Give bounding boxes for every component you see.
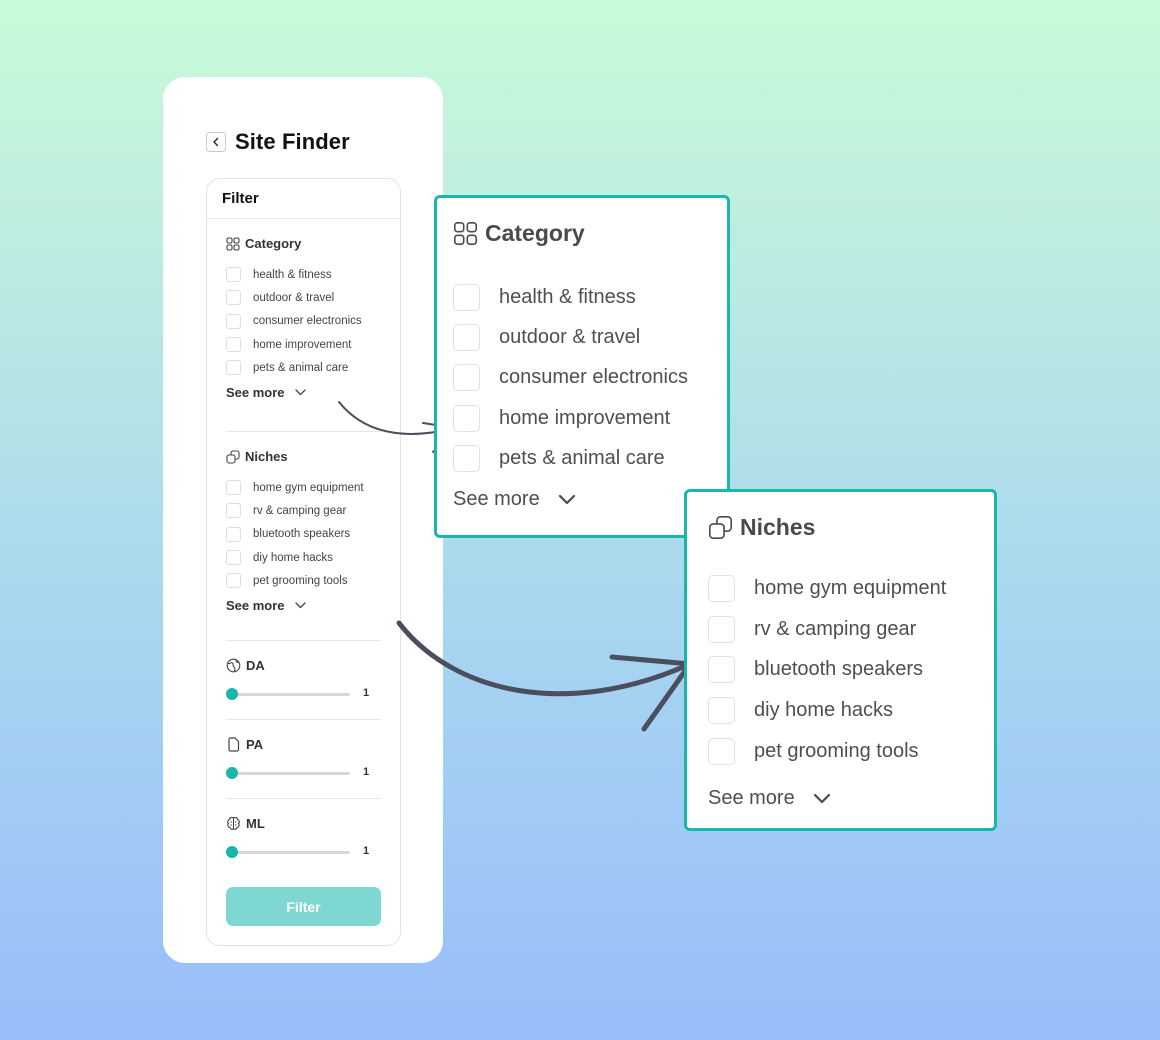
checkbox[interactable]	[453, 444, 480, 472]
niches-zoom-see-more-button[interactable]: See more	[708, 787, 831, 810]
option-label: diy home hacks	[754, 699, 893, 722]
see-more-label: See more	[708, 787, 795, 809]
arrow-to-niches	[396, 620, 693, 732]
category-option[interactable]: pets & animal care	[453, 438, 688, 478]
niche-option[interactable]: rv & camping gear	[708, 609, 946, 650]
option-label: pets & animal care	[499, 446, 665, 469]
niches-zoom-heading: Niches	[708, 514, 815, 541]
niches-zoom-options: home gym equipment rv & camping gear blu…	[708, 568, 946, 772]
checkbox[interactable]	[453, 323, 480, 351]
category-zoom-heading-label: Category	[485, 220, 585, 246]
niches-zoom-heading-label: Niches	[740, 514, 816, 540]
niche-option[interactable]: diy home hacks	[708, 690, 946, 731]
niches-zoom-card: Niches home gym equipment rv & camping g…	[684, 489, 997, 831]
category-zoom-heading: Category	[453, 220, 585, 247]
checkbox[interactable]	[708, 615, 735, 643]
copy-icon	[708, 515, 733, 540]
option-label: pet grooming tools	[754, 740, 919, 763]
category-zoom-card: Category health & fitness outdoor & trav…	[434, 195, 730, 538]
option-label: outdoor & travel	[499, 325, 641, 348]
option-label: consumer electronics	[499, 366, 688, 389]
option-label: bluetooth speakers	[754, 658, 924, 681]
option-label: home improvement	[499, 406, 671, 429]
checkbox[interactable]	[453, 364, 480, 392]
checkbox[interactable]	[708, 697, 735, 725]
grid-icon	[453, 221, 478, 246]
niche-option[interactable]: pet grooming tools	[708, 731, 946, 772]
chevron-down-icon	[813, 793, 830, 804]
option-label: rv & camping gear	[754, 617, 917, 640]
niche-option[interactable]: bluetooth speakers	[708, 650, 946, 691]
checkbox[interactable]	[708, 738, 735, 766]
category-option[interactable]: health & fitness	[453, 277, 688, 317]
checkbox[interactable]	[708, 656, 735, 684]
niche-option[interactable]: home gym equipment	[708, 568, 946, 609]
checkbox[interactable]	[453, 404, 480, 432]
category-zoom-see-more-button[interactable]: See more	[453, 488, 576, 511]
option-label: health & fitness	[499, 285, 636, 308]
category-option[interactable]: outdoor & travel	[453, 317, 688, 357]
checkbox[interactable]	[453, 283, 480, 311]
category-option[interactable]: home improvement	[453, 398, 688, 438]
category-option[interactable]: consumer electronics	[453, 358, 688, 398]
option-label: home gym equipment	[754, 576, 947, 599]
checkbox[interactable]	[708, 574, 735, 602]
category-zoom-options: health & fitness outdoor & travel consum…	[453, 277, 688, 478]
see-more-label: See more	[453, 488, 540, 510]
chevron-down-icon	[558, 494, 575, 505]
